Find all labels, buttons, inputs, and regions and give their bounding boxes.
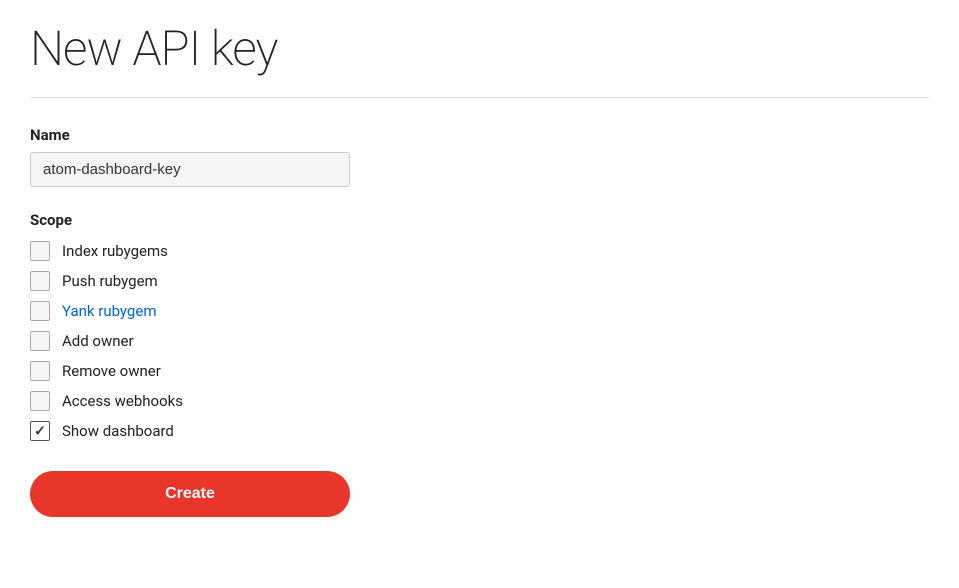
checkbox-show_dashboard[interactable] — [30, 421, 50, 441]
checkbox-add_owner[interactable] — [30, 331, 50, 351]
create-button[interactable]: Create — [30, 471, 350, 517]
checkbox-index_rubygems[interactable] — [30, 241, 50, 261]
checkbox-remove_owner[interactable] — [30, 361, 50, 381]
name-label: Name — [30, 126, 630, 144]
scope-item: Index rubygems — [30, 241, 630, 261]
scope-item: Remove owner — [30, 361, 630, 381]
scope-list: Index rubygems Push rubygem Yank rubygem Ad… — [30, 241, 630, 441]
divider — [30, 97, 929, 98]
checkbox-yank_rubygem[interactable] — [30, 301, 50, 321]
label-access_webhooks[interactable]: Access webhooks — [62, 392, 183, 410]
scope-item: Push rubygem — [30, 271, 630, 291]
label-push_rubygem[interactable]: Push rubygem — [62, 272, 158, 290]
label-show_dashboard[interactable]: Show dashboard — [62, 422, 174, 440]
api-key-form: Name Scope Index rubygems Push rubygem Yan… — [30, 126, 630, 517]
label-yank_rubygem[interactable]: Yank rubygem — [62, 302, 156, 320]
scope-item: Show dashboard — [30, 421, 630, 441]
page-title: New API key — [30, 20, 929, 77]
name-input[interactable] — [30, 152, 350, 187]
scope-item: Access webhooks — [30, 391, 630, 411]
label-add_owner[interactable]: Add owner — [62, 332, 134, 350]
label-index_rubygems[interactable]: Index rubygems — [62, 242, 168, 260]
scope-item: Add owner — [30, 331, 630, 351]
checkbox-push_rubygem[interactable] — [30, 271, 50, 291]
scope-item: Yank rubygem — [30, 301, 630, 321]
label-remove_owner[interactable]: Remove owner — [62, 362, 161, 380]
checkbox-access_webhooks[interactable] — [30, 391, 50, 411]
scope-label: Scope — [30, 211, 630, 229]
